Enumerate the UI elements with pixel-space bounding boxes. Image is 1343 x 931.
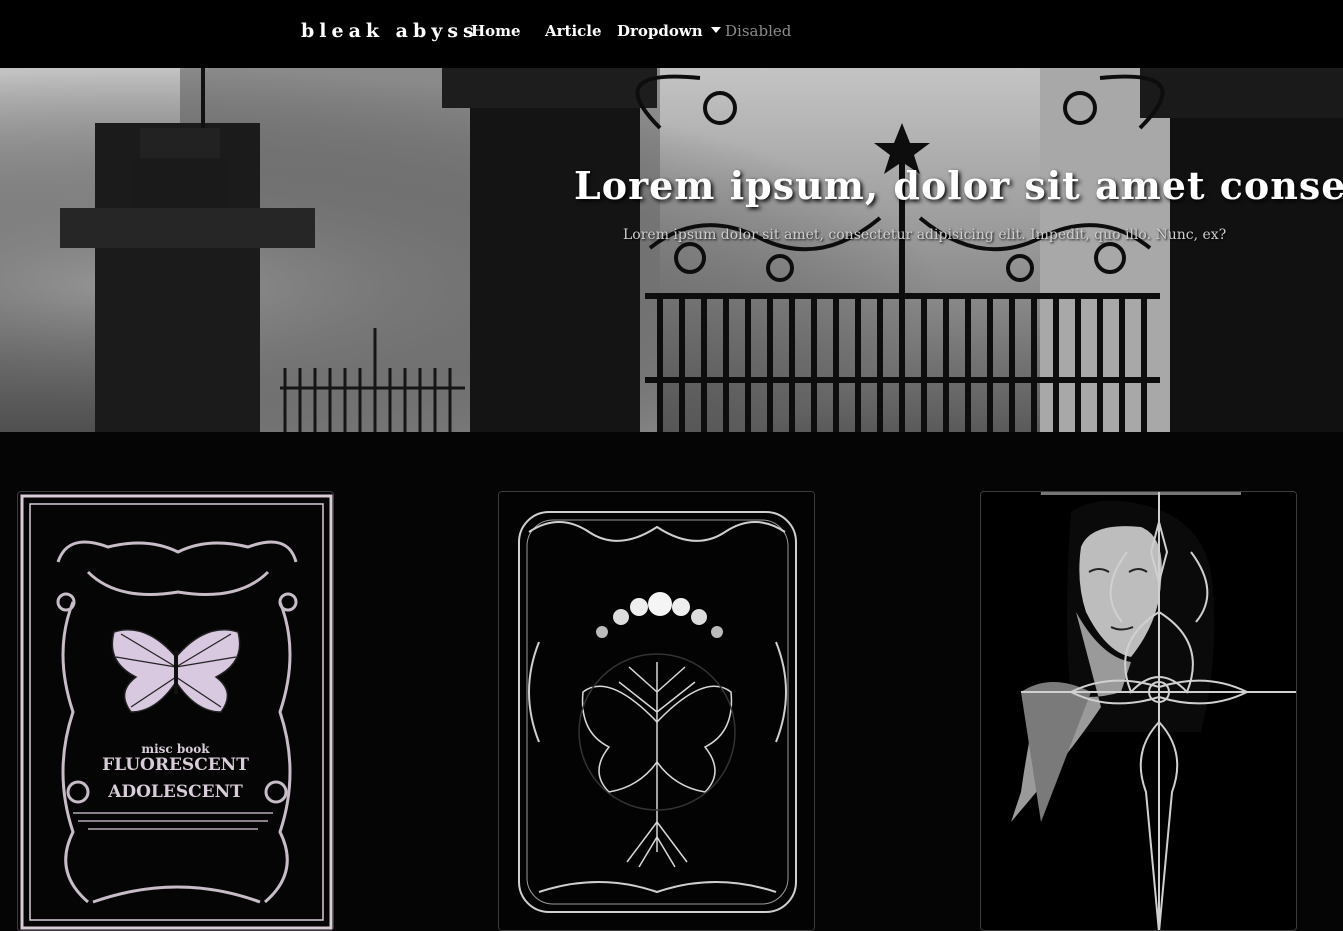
brand-logo[interactable]: bleak abyss xyxy=(301,20,479,42)
butterfly-book-cover-image xyxy=(18,492,333,930)
card-1[interactable]: misc book FLUORESCENT ADOLESCENT xyxy=(17,491,334,931)
card-1-title-line1: FLUORESCENT xyxy=(102,755,249,775)
navbar: bleak abyss Home Article Dropdown Disabl… xyxy=(0,0,1343,68)
gothic-woman-dagger-image xyxy=(981,492,1296,930)
card-1-title-line2: ADOLESCENT xyxy=(108,782,243,802)
hero-subtitle: Lorem ipsum dolor sit amet, consectetur … xyxy=(623,227,1227,243)
hero-banner: Lorem ipsum, dolor sit amet consectetur … xyxy=(0,68,1343,432)
nav-link-disabled: Disabled xyxy=(725,22,792,40)
nav-link-article[interactable]: Article xyxy=(545,22,602,40)
nav-dropdown-label: Dropdown xyxy=(617,22,703,40)
moon-tree-cover-image xyxy=(499,492,814,930)
hero-gate-image xyxy=(0,68,1343,432)
card-2[interactable] xyxy=(498,491,815,931)
nav-dropdown-toggle[interactable]: Dropdown xyxy=(617,22,721,40)
card-3[interactable] xyxy=(980,491,1297,931)
nav-link-home[interactable]: Home xyxy=(471,22,521,40)
card-1-small-text: misc book xyxy=(141,742,210,756)
hero-title: Lorem ipsum, dolor sit amet consectetur xyxy=(574,163,1343,208)
caret-down-icon xyxy=(710,27,721,33)
